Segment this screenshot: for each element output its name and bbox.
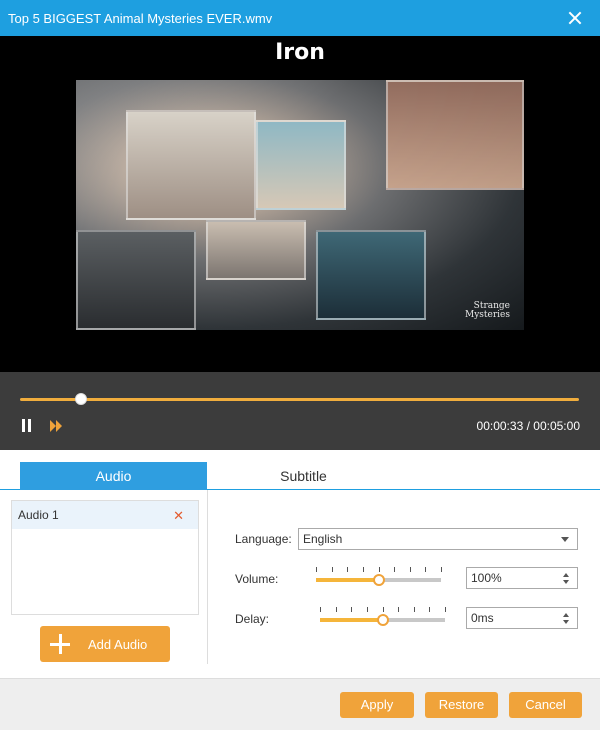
delay-slider[interactable] bbox=[320, 607, 446, 627]
slider-tick bbox=[316, 567, 317, 572]
tab-audio[interactable]: Audio bbox=[20, 462, 207, 490]
pause-icon[interactable] bbox=[20, 419, 34, 433]
seek-bar[interactable] bbox=[20, 393, 579, 405]
spin-up-icon[interactable] bbox=[563, 613, 569, 617]
audio-track-label: Audio 1 bbox=[18, 508, 59, 522]
video-panel bbox=[256, 120, 346, 210]
slider-tick bbox=[378, 567, 380, 572]
slider-tick bbox=[366, 607, 368, 612]
video-panel bbox=[126, 110, 256, 220]
spin-down-icon[interactable] bbox=[563, 580, 569, 584]
playback-controls: 00:00:33 / 00:05:00 bbox=[0, 372, 600, 450]
slider-ticks bbox=[320, 607, 446, 613]
window-title: Top 5 BIGGEST Animal Mysteries EVER.wmv bbox=[8, 10, 273, 26]
slider-tick bbox=[413, 607, 415, 612]
video-panel bbox=[386, 80, 524, 190]
video-panel bbox=[76, 230, 196, 330]
slider-tick bbox=[409, 567, 411, 572]
title-bar: Top 5 BIGGEST Animal Mysteries EVER.wmv bbox=[0, 0, 600, 36]
spin-down-icon[interactable] bbox=[563, 620, 569, 624]
slider-tick bbox=[347, 567, 349, 572]
chevron-down-icon bbox=[561, 537, 569, 542]
slider-tick bbox=[335, 607, 337, 612]
slider-tick bbox=[441, 567, 442, 572]
language-label: Language: bbox=[235, 532, 292, 546]
volume-label: Volume: bbox=[235, 572, 279, 586]
slider-tick bbox=[320, 607, 321, 612]
list-item[interactable]: Audio 1 ✕ bbox=[12, 501, 198, 529]
video-frame: Strange Mysteries bbox=[76, 80, 524, 330]
slider-tick bbox=[382, 607, 384, 612]
add-audio-label: Add Audio bbox=[88, 637, 148, 652]
audio-settings-panel: Audio 1 ✕ Add Audio Language: English Vo… bbox=[0, 490, 600, 678]
slider-tick bbox=[425, 567, 427, 572]
watermark-line2: Mysteries bbox=[465, 310, 510, 320]
slider-tick bbox=[351, 607, 353, 612]
add-audio-button[interactable]: Add Audio bbox=[40, 626, 170, 662]
video-watermark: Strange Mysteries bbox=[465, 302, 510, 320]
remove-icon[interactable]: ✕ bbox=[173, 508, 184, 524]
total-time: 00:05:00 bbox=[533, 419, 580, 433]
video-player[interactable]: Iron Strange Mysteries bbox=[0, 36, 600, 372]
restore-button[interactable]: Restore bbox=[425, 692, 498, 718]
tab-bar: Audio Subtitle bbox=[0, 450, 600, 490]
language-value: English bbox=[303, 532, 343, 546]
slider-tick bbox=[362, 567, 364, 572]
volume-spinbox[interactable]: 100% bbox=[466, 567, 578, 589]
video-panel bbox=[206, 220, 306, 280]
dialog-footer: Apply Restore Cancel bbox=[0, 678, 600, 730]
delay-spinbox[interactable]: 0ms bbox=[466, 607, 578, 629]
delay-value: 0ms bbox=[471, 611, 494, 625]
slider-knob[interactable] bbox=[376, 614, 389, 626]
slider-tick bbox=[394, 567, 396, 572]
seek-thumb[interactable] bbox=[75, 393, 88, 405]
audio-track-list: Audio 1 ✕ bbox=[11, 500, 199, 615]
slider-tick bbox=[331, 567, 333, 572]
time-separator: / bbox=[526, 419, 530, 433]
slider-tick bbox=[445, 607, 446, 612]
subtitle-caption: Iron bbox=[275, 40, 325, 65]
audio-track-panel: Audio 1 ✕ Add Audio bbox=[0, 490, 208, 664]
slider-ticks bbox=[316, 567, 442, 573]
volume-slider[interactable] bbox=[316, 567, 442, 587]
current-time: 00:00:33 bbox=[476, 419, 524, 433]
slider-fill bbox=[320, 618, 383, 622]
cancel-button[interactable]: Cancel bbox=[509, 692, 582, 718]
tab-subtitle[interactable]: Subtitle bbox=[210, 462, 397, 490]
spin-up-icon[interactable] bbox=[563, 573, 569, 577]
slider-knob[interactable] bbox=[372, 574, 385, 586]
volume-value: 100% bbox=[471, 571, 502, 585]
time-display: 00:00:33 / 00:05:00 bbox=[477, 419, 580, 433]
fast-forward-icon[interactable] bbox=[50, 420, 64, 432]
slider-fill bbox=[316, 578, 379, 582]
language-select[interactable]: English bbox=[298, 528, 578, 550]
slider-tick bbox=[429, 607, 431, 612]
plus-icon bbox=[50, 634, 70, 654]
apply-button[interactable]: Apply bbox=[340, 692, 414, 718]
slider-tick bbox=[398, 607, 400, 612]
close-icon[interactable] bbox=[566, 9, 584, 27]
video-panel bbox=[316, 230, 426, 320]
delay-label: Delay: bbox=[235, 612, 270, 626]
